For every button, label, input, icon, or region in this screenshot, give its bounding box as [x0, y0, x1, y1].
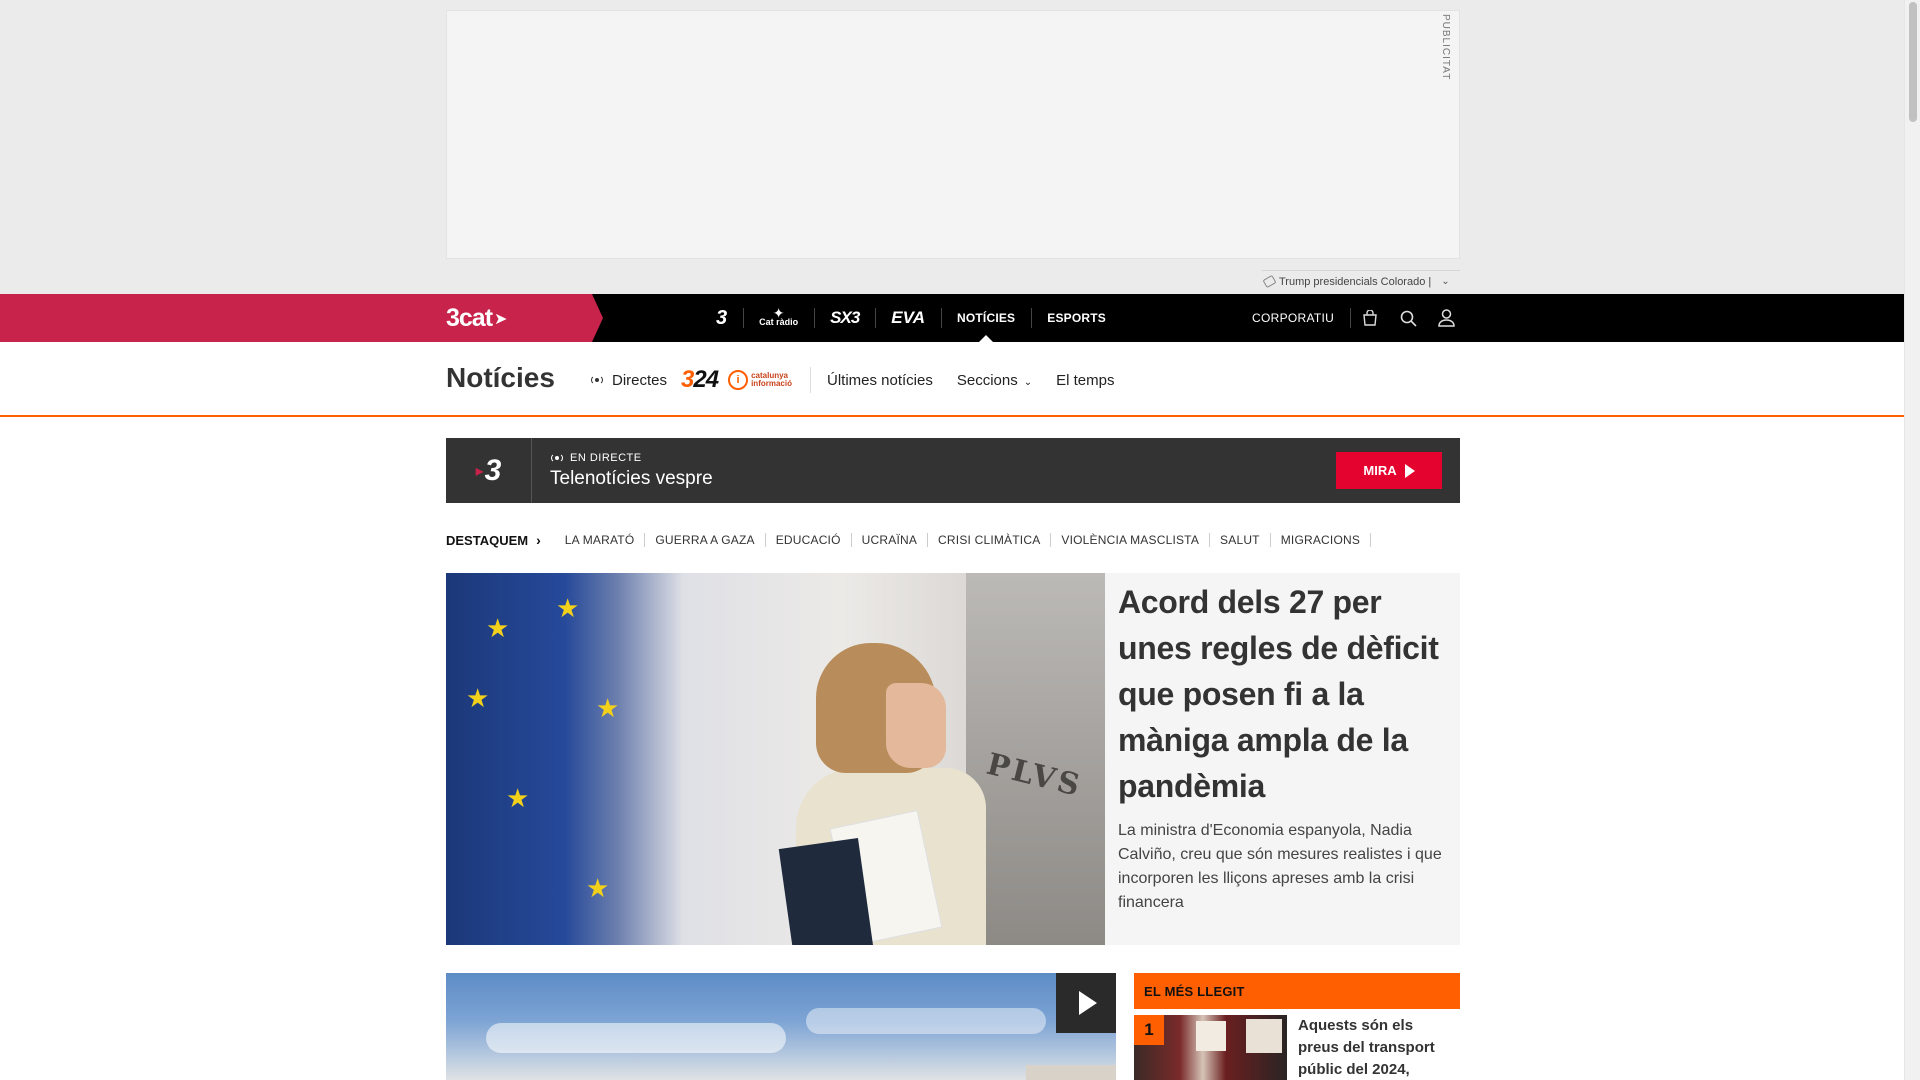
hero-article[interactable]: ★ ★ ★ ★ ★ ★ PLVS Acord dels 27 per unes …	[446, 573, 1460, 945]
chevron-down-icon: ⌄	[1023, 376, 1033, 388]
eu-star-icon: ★	[486, 613, 510, 643]
tv3-label: 3	[716, 306, 728, 329]
sx3-label: SX3	[830, 308, 860, 327]
sky-clouds	[486, 1023, 786, 1053]
scrollbar-thumb[interactable]	[1909, 2, 1917, 122]
ci-circle-icon: i	[728, 370, 749, 390]
el-temps-link[interactable]: El temps	[1044, 372, 1126, 389]
highlight-topics: DESTAQUEM › LA MARATÓ GUERRA A GAZA EDUCA…	[446, 530, 1372, 550]
section-header: Notícies Directes 324 i catalunya informa…	[0, 342, 1904, 417]
topic-tag[interactable]: LA MARATÓ	[555, 533, 646, 547]
nav-esports[interactable]: ESPORTS	[1031, 294, 1122, 342]
topic-tag[interactable]: EDUCACIÓ	[766, 533, 852, 547]
chevron-down-icon[interactable]: ⌄	[1441, 276, 1449, 287]
hero-headline[interactable]: Acord dels 27 per unes regles de dèficit…	[1118, 579, 1448, 809]
nav-noticies[interactable]: NOTÍCIES	[940, 294, 1031, 342]
train-window	[1196, 1021, 1226, 1051]
channel-list: 3 ✦ Cat ràdio SX3 EVA NOTÍCIES ESPORTS	[700, 294, 1122, 342]
brand-arrow-icon: ➤	[494, 310, 507, 328]
live-kicker: EN DIRECTE	[550, 452, 713, 464]
hero-summary: La ministra d'Economia espanyola, Nadia …	[1118, 822, 1442, 911]
directes-label: Directes	[612, 371, 668, 389]
most-read-title[interactable]: Aquests són els preus del transport públ…	[1298, 1015, 1453, 1080]
ad-tag-text: Trump presidencials Colorado |	[1279, 275, 1432, 288]
eu-star-icon: ★	[506, 783, 530, 813]
seccions-label: Seccions	[956, 371, 1018, 389]
tag-icon	[1262, 274, 1277, 289]
notebook	[778, 837, 874, 945]
brand-band	[0, 294, 603, 342]
ultimes-noticies-link[interactable]: Últimes notícies	[811, 372, 945, 389]
page-title[interactable]: Notícies	[446, 362, 555, 394]
page: PUBLICITAT Trump presidencials Colorado …	[0, 0, 1920, 1080]
play-icon	[1404, 463, 1415, 478]
topic-tag[interactable]: VIOLÈNCIA MASCLISTA	[1051, 533, 1211, 547]
ad-banner[interactable]	[446, 10, 1460, 259]
3cat-logo[interactable]: 3cat ➤	[446, 304, 507, 333]
catradio-logo[interactable]: ✦ Cat ràdio	[743, 294, 814, 342]
person-face	[886, 683, 946, 768]
live-kicker-text: EN DIRECTE	[570, 451, 642, 464]
search-icon[interactable]	[1389, 294, 1427, 342]
live-broadcast-icon	[590, 375, 604, 385]
most-read-panel: EL MÉS LLEGIT 1 Aquests són els preus de…	[1134, 973, 1460, 1080]
watch-live-button[interactable]: MIRA	[1336, 452, 1442, 489]
ci-text: catalunya informació	[751, 371, 792, 388]
shop-bag-icon[interactable]	[1351, 294, 1389, 342]
eu-star-icon: ★	[586, 873, 610, 903]
ad-area: PUBLICITAT Trump presidencials Colorado …	[0, 0, 1904, 294]
most-read-item[interactable]: 1 Aquests són els preus del transport pú…	[1134, 1015, 1460, 1080]
eu-star-icon: ★	[466, 683, 490, 713]
topic-tag[interactable]: UCRAÏNA	[852, 533, 929, 547]
eu-star-icon: ★	[556, 593, 580, 623]
most-read-header: EL MÉS LLEGIT	[1134, 973, 1460, 1009]
topic-tag[interactable]: GUERRA A GAZA	[645, 533, 766, 547]
hero-image[interactable]: ★ ★ ★ ★ ★ ★ PLVS	[446, 573, 1105, 945]
seccions-dropdown[interactable]: Seccions ⌄	[945, 372, 1044, 389]
topic-tag[interactable]: SALUT	[1210, 533, 1271, 547]
live-program-title[interactable]: Telenotícies vespre	[550, 468, 713, 490]
rank-badge: 1	[1134, 1015, 1164, 1045]
catalunya-informacio-logo[interactable]: i catalunya informació	[728, 367, 811, 393]
chevron-right-icon: ›	[536, 532, 541, 548]
live-banner[interactable]: ▸ 3 EN DIRECTE Telenotícies vespre MIRA	[446, 438, 1460, 503]
ad-topic-tag[interactable]: Trump presidencials Colorado | ⌄	[1262, 270, 1460, 292]
eva-label: EVA	[891, 308, 925, 327]
top-right-tools: CORPORATIU	[1240, 294, 1465, 342]
scrollbar[interactable]	[1904, 0, 1920, 1080]
play-icon	[1079, 991, 1097, 1015]
live-broadcast-icon	[550, 452, 564, 463]
tv3-logo[interactable]: 3	[700, 294, 743, 342]
destaquem-label[interactable]: DESTAQUEM ›	[446, 532, 555, 548]
section-subnav: Directes 324 i catalunya informació Últim…	[590, 362, 1126, 398]
eu-star-icon: ★	[596, 693, 620, 723]
324-logo[interactable]: 324	[681, 366, 719, 394]
building	[1026, 1065, 1116, 1080]
eva-logo[interactable]: EVA	[875, 294, 941, 342]
ad-label: PUBLICITAT	[1440, 14, 1451, 81]
user-icon[interactable]	[1427, 294, 1465, 342]
topic-tag[interactable]: MIGRACIONS	[1271, 533, 1372, 547]
watch-label: MIRA	[1363, 463, 1397, 478]
brand-name: 3cat	[446, 304, 493, 332]
catradio-label: Cat ràdio	[759, 317, 799, 327]
directes-link[interactable]: Directes	[590, 372, 677, 389]
tv3-live-logo: ▸ 3	[446, 438, 532, 503]
train-window	[1246, 1019, 1282, 1053]
play-video-button[interactable]	[1056, 973, 1116, 1033]
hero-text: Acord dels 27 per unes regles de dèficit…	[1118, 579, 1448, 915]
live-info: EN DIRECTE Telenotícies vespre	[532, 452, 713, 490]
sky-clouds	[806, 1008, 1046, 1034]
top-navigation: 3cat ➤ 3 ✦ Cat ràdio SX3 EVA NOTÍCIES ES…	[0, 294, 1904, 342]
corporatiu-link[interactable]: CORPORATIU	[1240, 308, 1352, 328]
topic-tag[interactable]: CRISI CLIMÀTICA	[928, 533, 1052, 547]
sx3-logo[interactable]: SX3	[814, 294, 875, 342]
video-article[interactable]	[446, 973, 1116, 1080]
